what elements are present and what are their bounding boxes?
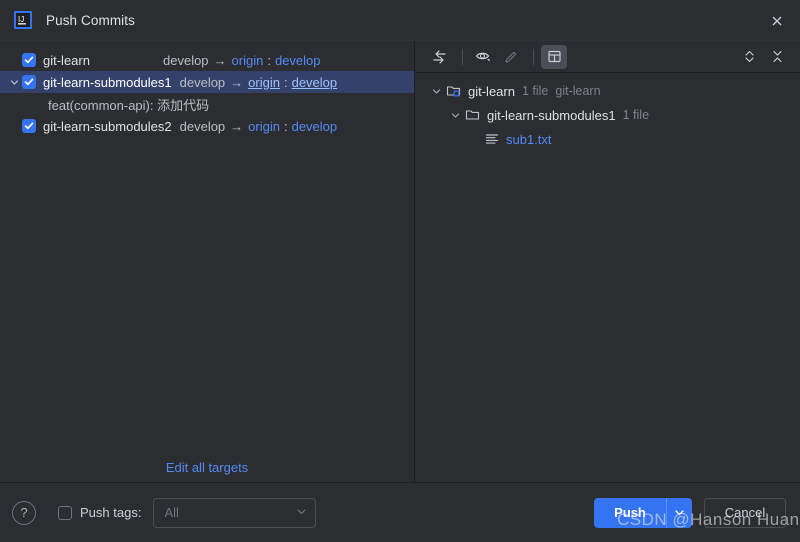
pencil-edit-icon[interactable] [498, 45, 524, 69]
remote-branch[interactable]: develop [275, 53, 321, 68]
local-branch: develop [179, 118, 226, 134]
folder-icon [464, 107, 482, 123]
arrow-right-icon: → [230, 74, 244, 90]
push-target-row-selected[interactable]: git-learn-submodules1 develop → origin :… [0, 71, 414, 93]
expand-to-changes-icon[interactable] [427, 45, 453, 69]
tree-node-label: git-learn [468, 83, 515, 99]
intellij-idea-icon: IJ [14, 11, 32, 29]
svg-text:IJ: IJ [18, 15, 24, 24]
push-tags-value: All [164, 505, 179, 520]
toolbar-divider [462, 48, 463, 65]
push-spec: develop → origin : develop [163, 53, 321, 68]
tree-node-label: sub1.txt [506, 131, 552, 147]
local-branch: develop [179, 74, 226, 90]
separator-colon: : [283, 118, 288, 134]
remote-branch[interactable]: develop [292, 119, 338, 134]
commit-message: feat(common-api): 添加代码 [48, 97, 210, 113]
group-by-panel-icon[interactable] [541, 44, 567, 69]
toolbar-divider [533, 48, 534, 65]
remote-branch[interactable]: develop [292, 75, 338, 90]
edit-all-targets-bar: Edit all targets [0, 452, 414, 482]
push-tags-label: Push tags: [80, 505, 142, 520]
chevron-down-icon[interactable] [446, 111, 464, 120]
tree-node-label: git-learn-submodules1 [487, 107, 616, 123]
module-folder-icon [445, 83, 463, 99]
tree-node-file[interactable]: sub1.txt [415, 127, 800, 151]
commit-message-row[interactable]: feat(common-api): 添加代码 [0, 93, 414, 115]
push-button-group: Push [594, 497, 692, 528]
collapse-all-icon[interactable] [764, 45, 790, 69]
repo-name: git-learn-submodules1 [43, 74, 172, 90]
push-targets-pane: git-learn develop → origin : develop git… [0, 41, 415, 482]
changed-files-pane: git-learn 1 file git-learn git-learn-sub… [415, 41, 800, 482]
text-file-icon [483, 131, 501, 147]
chevron-down-icon[interactable] [6, 78, 22, 87]
arrow-right-icon: → [230, 118, 244, 134]
changed-files-toolbar [415, 41, 800, 73]
repo-name: git-learn [43, 52, 90, 68]
help-button[interactable]: ? [12, 500, 36, 525]
remote-name[interactable]: origin [232, 53, 264, 68]
tree-node-folder[interactable]: git-learn-submodules1 1 file [415, 103, 800, 127]
repo-checkbox[interactable] [22, 75, 36, 89]
expand-all-icon[interactable] [736, 45, 762, 69]
push-tags-select[interactable]: All [153, 497, 317, 528]
push-targets-list: git-learn develop → origin : develop git… [0, 41, 414, 452]
repo-checkbox[interactable] [22, 119, 36, 133]
close-icon[interactable] [764, 8, 790, 34]
tree-node-location: git-learn [555, 84, 601, 98]
page-title: Push Commits [46, 12, 135, 28]
tree-node-filecount: 1 file [622, 108, 650, 122]
separator-colon: : [283, 74, 288, 90]
dialog-footer: ? Push tags: All Push Cancel [0, 482, 800, 542]
chevron-down-icon [296, 504, 307, 522]
remote-name[interactable]: origin [248, 119, 280, 134]
dialog-body: git-learn develop → origin : develop git… [0, 40, 800, 482]
push-dropdown-button[interactable] [666, 497, 692, 528]
remote-name[interactable]: origin [248, 75, 280, 90]
push-button[interactable]: Push [594, 497, 666, 528]
push-spec: develop → origin : develop [180, 75, 338, 90]
tree-node-repo-root[interactable]: git-learn 1 file git-learn [415, 79, 800, 103]
push-spec: develop → origin : develop [180, 119, 338, 134]
edit-all-targets-link[interactable]: Edit all targets [166, 460, 248, 475]
tree-node-filecount: 1 file [521, 84, 549, 98]
push-target-row[interactable]: git-learn-submodules2 develop → origin :… [0, 115, 414, 137]
dialog-titlebar: IJ Push Commits [0, 0, 800, 40]
repo-name: git-learn-submodules2 [43, 118, 172, 134]
cancel-button[interactable]: Cancel [704, 497, 786, 528]
changed-files-tree: git-learn 1 file git-learn git-learn-sub… [415, 73, 800, 482]
separator-colon: : [267, 52, 271, 68]
chevron-down-icon[interactable] [427, 87, 445, 96]
eye-preview-icon[interactable] [470, 45, 496, 69]
push-tags-checkbox[interactable] [58, 505, 72, 520]
repo-checkbox[interactable] [22, 53, 36, 67]
push-commits-dialog: IJ Push Commits git-learn develop → orig… [0, 0, 800, 542]
local-branch: develop [163, 52, 209, 68]
push-target-row[interactable]: git-learn develop → origin : develop [0, 49, 414, 71]
arrow-right-icon: → [213, 52, 227, 68]
